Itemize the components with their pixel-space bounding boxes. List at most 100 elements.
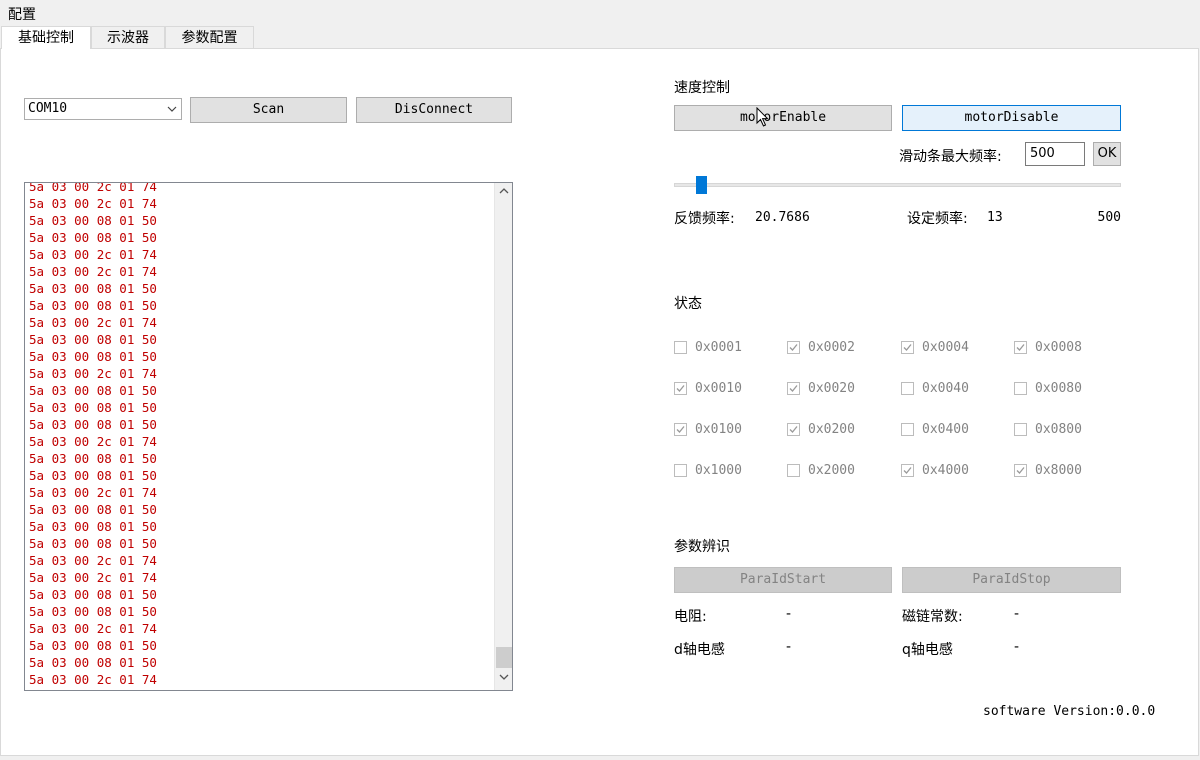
flux-constant-value: - — [1014, 606, 1020, 622]
status-flag-label: 0x0200 — [808, 422, 855, 437]
status-flag-checkbox[interactable]: 0x4000 — [901, 463, 1021, 481]
status-flag-checkbox[interactable]: 0x0001 — [674, 340, 794, 358]
checkbox-box — [1014, 382, 1027, 395]
check-icon — [1014, 464, 1027, 477]
status-flag-label: 0x4000 — [922, 463, 969, 478]
tab-oscilloscope[interactable]: 示波器 — [91, 26, 165, 48]
log-line: 5a 03 00 08 01 50 — [29, 655, 157, 670]
status-flag-checkbox[interactable]: 0x0008 — [1014, 340, 1134, 358]
status-flag-label: 0x0002 — [808, 340, 855, 355]
feedback-freq-label: 反馈频率: — [674, 211, 735, 227]
log-line: 5a 03 00 2c 01 74 — [29, 553, 157, 568]
feedback-freq-value: 20.7686 — [755, 210, 810, 225]
para-id-start-button[interactable]: ParaIdStart — [674, 567, 892, 593]
log-line: 5a 03 00 2c 01 74 — [29, 434, 157, 449]
q-axis-inductance-label: q轴电感 — [902, 642, 953, 658]
max-freq-input[interactable]: 500 — [1025, 142, 1085, 166]
status-flag-checkbox[interactable]: 0x0200 — [787, 422, 907, 440]
status-flag-label: 0x0080 — [1035, 381, 1082, 396]
status-flag-checkbox[interactable]: 0x0002 — [787, 340, 907, 358]
max-freq-ok-button[interactable]: OK — [1093, 142, 1121, 166]
motor-enable-button[interactable]: motorEnable — [674, 105, 892, 131]
check-icon — [787, 341, 800, 354]
speed-control-title: 速度控制 — [674, 80, 730, 96]
scan-button[interactable]: Scan — [190, 97, 347, 123]
check-icon — [901, 341, 914, 354]
checkbox-box — [901, 423, 914, 436]
status-flag-checkbox[interactable]: 0x2000 — [787, 463, 907, 481]
log-line: 5a 03 00 2c 01 74 — [29, 366, 157, 381]
status-flag-label: 0x8000 — [1035, 463, 1082, 478]
tab-basic-control[interactable]: 基础控制 — [1, 26, 91, 49]
chevron-up-icon[interactable] — [495, 185, 512, 202]
log-line: 5a 03 00 08 01 50 — [29, 638, 157, 653]
log-line: 5a 03 00 2c 01 74 — [29, 247, 157, 262]
tab-param-config[interactable]: 参数配置 — [165, 26, 254, 48]
port-select[interactable]: COM10 — [24, 98, 182, 120]
log-line: 5a 03 00 2c 01 74 — [29, 315, 157, 330]
motor-disable-button[interactable]: motorDisable — [902, 105, 1121, 131]
scrollbar-thumb[interactable] — [496, 647, 512, 668]
disconnect-button[interactable]: DisConnect — [356, 97, 512, 123]
status-flag-checkbox[interactable]: 0x8000 — [1014, 463, 1134, 481]
serial-log[interactable]: 5a 03 00 2c 01 74 5a 03 00 2c 01 74 5a 03 … — [24, 182, 513, 691]
set-freq-label: 设定频率: — [907, 211, 968, 227]
checkbox-box — [901, 382, 914, 395]
status-flag-checkbox[interactable]: 0x0800 — [1014, 422, 1134, 440]
checkbox-box — [1014, 423, 1027, 436]
status-flag-label: 0x0001 — [695, 340, 742, 355]
log-lines: 5a 03 00 2c 01 74 5a 03 00 2c 01 74 5a 03 … — [29, 182, 157, 688]
status-flag-checkbox[interactable]: 0x0010 — [674, 381, 794, 399]
slider-max-value: 500 — [1097, 210, 1121, 225]
port-select-value: COM10 — [28, 101, 68, 116]
chevron-down-icon — [167, 99, 177, 127]
check-icon — [674, 382, 687, 395]
check-icon — [674, 423, 687, 436]
log-line: 5a 03 00 2c 01 74 — [29, 264, 157, 279]
log-line: 5a 03 00 08 01 50 — [29, 213, 157, 228]
q-axis-inductance-value: - — [1014, 639, 1020, 655]
freq-slider-track[interactable] — [674, 183, 1121, 187]
resistance-label: 电阻: — [674, 609, 707, 625]
log-line: 5a 03 00 2c 01 74 — [29, 485, 157, 500]
status-flag-label: 0x0800 — [1035, 422, 1082, 437]
status-flag-checkbox[interactable]: 0x0100 — [674, 422, 794, 440]
status-flag-checkbox[interactable]: 0x1000 — [674, 463, 794, 481]
status-flag-label: 0x0100 — [695, 422, 742, 437]
max-freq-label: 滑动条最大频率: — [899, 149, 1002, 165]
software-version: software Version:0.0.0 — [983, 704, 1156, 719]
checkbox-box — [674, 341, 687, 354]
status-flag-label: 0x0004 — [922, 340, 969, 355]
status-flag-label: 0x0010 — [695, 381, 742, 396]
status-flag-checkbox[interactable]: 0x0020 — [787, 381, 907, 399]
log-line: 5a 03 00 08 01 50 — [29, 281, 157, 296]
log-line: 5a 03 00 08 01 50 — [29, 468, 157, 483]
log-scrollbar[interactable] — [494, 183, 512, 690]
freq-slider-thumb[interactable] — [696, 176, 708, 194]
param-id-title: 参数辨识 — [674, 539, 730, 555]
checkbox-box — [674, 464, 687, 477]
log-line: 5a 03 00 2c 01 74 — [29, 621, 157, 636]
log-line: 5a 03 00 2c 01 74 — [29, 182, 157, 194]
d-axis-inductance-label: d轴电感 — [674, 642, 725, 658]
check-icon — [787, 423, 800, 436]
status-flag-checkbox[interactable]: 0x0004 — [901, 340, 1021, 358]
chevron-down-icon[interactable] — [495, 671, 512, 688]
log-line: 5a 03 00 08 01 50 — [29, 400, 157, 415]
status-flag-label: 0x0008 — [1035, 340, 1082, 355]
log-line: 5a 03 00 08 01 50 — [29, 417, 157, 432]
para-id-stop-button[interactable]: ParaIdStop — [902, 567, 1121, 593]
status-flag-label: 0x0040 — [922, 381, 969, 396]
log-line: 5a 03 00 08 01 50 — [29, 536, 157, 551]
status-flag-checkbox[interactable]: 0x0080 — [1014, 381, 1134, 399]
set-freq-value: 13 — [987, 210, 1003, 225]
window-title: 配置 — [8, 7, 36, 23]
log-line: 5a 03 00 2c 01 74 — [29, 196, 157, 211]
log-line: 5a 03 00 08 01 50 — [29, 332, 157, 347]
status-flag-checkbox[interactable]: 0x0400 — [901, 422, 1021, 440]
checkbox-box — [787, 464, 800, 477]
d-axis-inductance-value: - — [786, 639, 792, 655]
status-flag-checkbox[interactable]: 0x0040 — [901, 381, 1021, 399]
status-flag-label: 0x2000 — [808, 463, 855, 478]
resistance-value: - — [786, 606, 792, 622]
